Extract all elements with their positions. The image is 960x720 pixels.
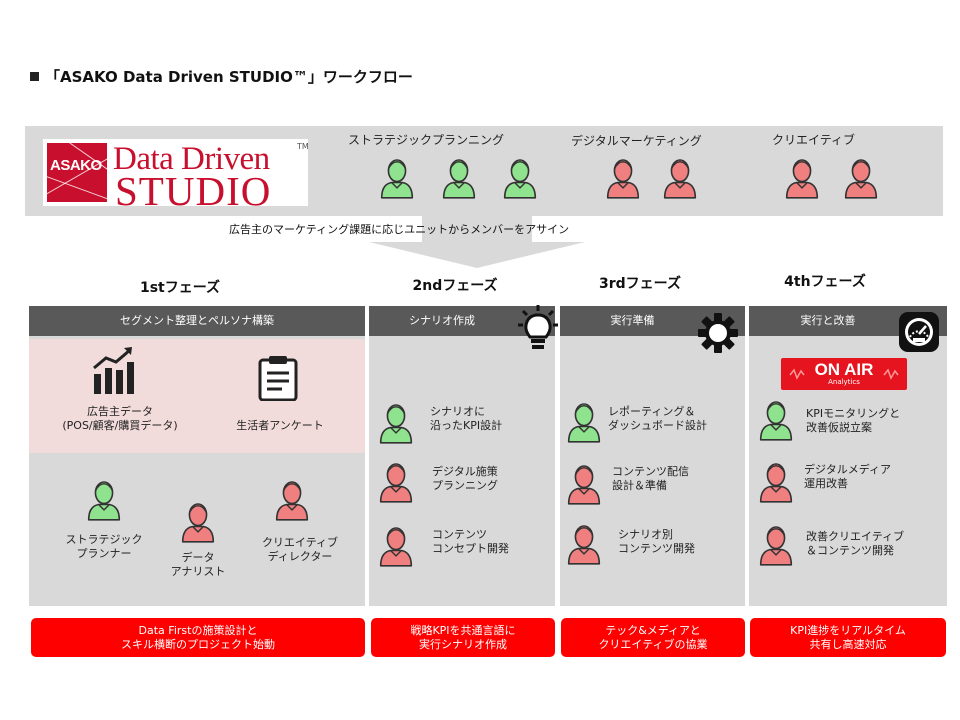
person-icon [605, 156, 641, 200]
person-icon [441, 156, 477, 200]
task-label: コンテンツ コンセプト開発 [432, 528, 509, 555]
data-source-label: 生活者アンケート [236, 419, 324, 432]
person-icon [566, 400, 602, 444]
task-label: デジタルメディア 運用改善 [804, 463, 892, 490]
person-icon [662, 156, 698, 200]
person-icon [180, 500, 216, 544]
on-air-badge: ON AIR Analytics [781, 358, 907, 390]
task-label: デジタル施策 プランニング [432, 465, 498, 492]
person-icon [378, 401, 414, 445]
phase-4-summary: KPI進捗をリアルタイム 共有し高速対応 [750, 618, 946, 657]
person-icon [566, 462, 602, 506]
phase-3-summary: テック&メディアと クリエイティブの協業 [561, 618, 745, 657]
person-icon [86, 478, 122, 522]
page-title: 「ASAKO Data Driven STUDIO™」ワークフロー [30, 66, 413, 87]
page-title-text: 「ASAKO Data Driven STUDIO™」ワークフロー [45, 68, 413, 86]
wave-icon [883, 368, 899, 380]
person-icon [378, 460, 414, 504]
person-icon [758, 398, 794, 442]
data-sources-area [29, 339, 365, 453]
phase-2-summary: 戦略KPIを共通言語に 実行シナリオ作成 [371, 618, 555, 657]
clipboard-icon [258, 356, 298, 401]
logo-line2: STUDIO [115, 168, 272, 214]
task-label: コンテンツ配信 設計＆準備 [612, 465, 689, 492]
asako-logo-mark: ASAKO [47, 143, 107, 202]
square-bullet-icon [30, 72, 39, 81]
person-icon [379, 156, 415, 200]
phase-title-2: 2ndフェーズ [412, 278, 498, 294]
task-label: 改善クリエイティブ ＆コンテンツ開発 [806, 530, 905, 557]
studio-logo: ASAKO Data Driven STUDIO TM [43, 139, 309, 214]
member-label: クリエイティブ ディレクター [261, 536, 339, 563]
person-icon [274, 478, 310, 522]
person-icon [758, 460, 794, 504]
unit-label-creative: クリエイティブ [772, 133, 856, 147]
logo-tm: TM [297, 142, 309, 151]
person-icon [378, 524, 414, 568]
assign-text: 広告主のマーケティング課題に応じユニットからメンバーをアサイン [229, 223, 570, 236]
phase-1-summary: Data Firstの施策設計と スキル横断のプロジェクト始動 [31, 618, 365, 657]
person-icon [758, 523, 794, 567]
task-label: レポーティング＆ ダッシュボード設計 [608, 405, 707, 432]
phase-1-header: セグメント整理とペルソナ構築 [29, 306, 365, 336]
data-source-label: 広告主データ (POS/顧客/購買データ) [62, 405, 178, 432]
task-label: シナリオに 沿ったKPI設計 [430, 405, 503, 432]
person-icon [784, 156, 820, 200]
person-icon [502, 156, 538, 200]
person-icon [566, 522, 602, 566]
person-icon [843, 156, 879, 200]
phase-title-3: 3rdフェーズ [599, 276, 681, 292]
wave-icon [789, 368, 805, 380]
phase-title-1: 1stフェーズ [139, 280, 221, 296]
lightbulb-icon [518, 305, 558, 349]
unit-label-digital: デジタルマーケティング [571, 134, 702, 148]
task-label: KPIモニタリングと 改善仮説立案 [806, 407, 901, 434]
speedometer-icon [899, 312, 939, 352]
phase-title-4: 4thフェーズ [784, 274, 866, 290]
gear-icon [698, 313, 738, 353]
chart-icon [93, 347, 134, 394]
unit-label-strategic: ストラテジックプランニング [348, 133, 505, 147]
task-label: シナリオ別 コンテンツ開発 [618, 528, 695, 555]
